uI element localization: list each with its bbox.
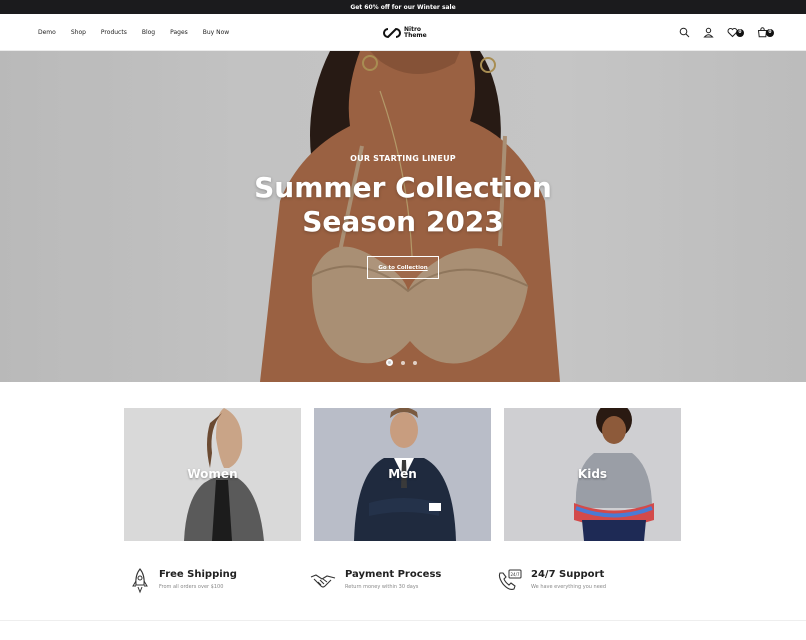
hero-title: Summer Collection Season 2023	[0, 171, 806, 239]
logo-mark-icon	[383, 27, 401, 38]
slider-dot-1[interactable]	[386, 359, 393, 366]
feature-payment-process: Payment Process Return money within 30 d…	[310, 565, 496, 599]
rocket-icon	[132, 568, 148, 594]
cart-button[interactable]: 0	[756, 27, 774, 39]
site-logo[interactable]: Nitro Theme	[383, 24, 427, 41]
nav-item-products[interactable]: Products	[101, 29, 127, 36]
section-divider	[0, 620, 806, 621]
nav-item-demo[interactable]: Demo	[38, 29, 56, 36]
cart-count-badge: 0	[766, 28, 774, 37]
slider-dot-2[interactable]	[401, 360, 405, 365]
nav-item-pages[interactable]: Pages	[170, 29, 188, 36]
hero-banner: OUR STARTING LINEUP Summer Collection Se…	[0, 51, 806, 382]
feature-title: Payment Process	[345, 569, 442, 580]
feature-subtitle: Return money within 30 days	[345, 584, 419, 590]
header-actions: 0 0	[678, 14, 774, 51]
nav-item-blog[interactable]: Blog	[142, 29, 155, 36]
user-icon	[702, 27, 714, 38]
feature-free-shipping: Free Shipping From all orders over $100	[124, 565, 310, 599]
nav-item-shop[interactable]: Shop	[71, 29, 86, 36]
feature-title: 24/7 Support	[531, 569, 605, 580]
feature-strip: Free Shipping From all orders over $100 …	[124, 565, 682, 599]
promo-bar: Get 60% off for our Winter sale	[0, 0, 806, 14]
category-card-men[interactable]: Men	[314, 408, 491, 541]
handshake-icon	[310, 574, 336, 588]
wishlist-count-badge: 0	[736, 28, 744, 37]
category-grid: Women Men Kids	[124, 408, 682, 541]
logo-line2: Theme	[404, 31, 427, 39]
hero-title-line1: Summer Collection	[254, 171, 552, 204]
feature-support: 24/7 24/7 Support We have everything you…	[496, 565, 682, 599]
feature-title: Free Shipping	[159, 569, 237, 580]
hero-kicker: OUR STARTING LINEUP	[350, 154, 456, 163]
category-card-women[interactable]: Women	[124, 408, 301, 541]
category-card-kids[interactable]: Kids	[504, 408, 681, 541]
site-header: Demo Shop Products Blog Pages Buy Now Ni…	[0, 14, 806, 51]
main-nav: Demo Shop Products Blog Pages Buy Now	[38, 14, 244, 51]
account-button[interactable]	[702, 27, 714, 39]
search-button[interactable]	[678, 27, 690, 39]
feature-subtitle: From all orders over $100	[159, 584, 224, 590]
slider-dot-3[interactable]	[413, 360, 417, 365]
hero-title-line2: Season 2023	[302, 205, 504, 238]
category-label-women: Women	[187, 467, 238, 481]
support-phone-icon: 24/7	[498, 569, 522, 590]
slider-dots	[386, 359, 417, 366]
nav-item-buy-now[interactable]: Buy Now	[203, 29, 229, 36]
wishlist-button[interactable]: 0	[726, 27, 744, 39]
search-icon	[679, 27, 689, 38]
svg-text:24/7: 24/7	[511, 572, 520, 577]
go-to-collection-button[interactable]: Go to Collection	[367, 256, 439, 279]
feature-subtitle: We have everything you need	[531, 584, 607, 590]
promo-text: Get 60% off for our Winter sale	[350, 3, 456, 11]
category-label-kids: Kids	[577, 467, 608, 481]
category-label-men: Men	[388, 467, 417, 481]
